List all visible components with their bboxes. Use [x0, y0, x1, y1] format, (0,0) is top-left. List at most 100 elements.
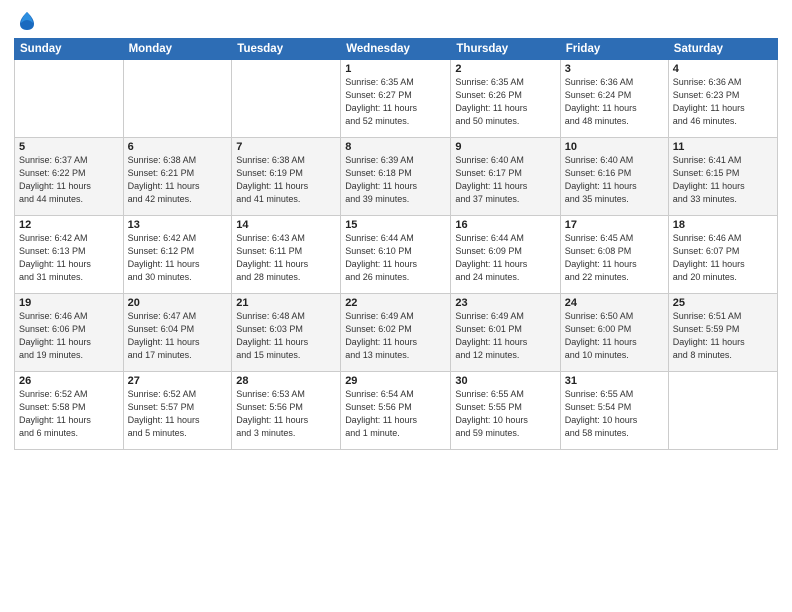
day-cell: 10Sunrise: 6:40 AM Sunset: 6:16 PM Dayli… — [560, 138, 668, 216]
day-number: 5 — [19, 141, 119, 153]
day-cell: 1Sunrise: 6:35 AM Sunset: 6:27 PM Daylig… — [341, 60, 451, 138]
day-info: Sunrise: 6:49 AM Sunset: 6:02 PM Dayligh… — [345, 310, 446, 362]
day-cell: 23Sunrise: 6:49 AM Sunset: 6:01 PM Dayli… — [451, 294, 560, 372]
header — [14, 10, 778, 32]
day-number: 14 — [236, 219, 336, 231]
day-cell: 15Sunrise: 6:44 AM Sunset: 6:10 PM Dayli… — [341, 216, 451, 294]
weekday-saturday: Saturday — [668, 39, 777, 60]
day-info: Sunrise: 6:35 AM Sunset: 6:26 PM Dayligh… — [455, 76, 555, 128]
day-number: 2 — [455, 63, 555, 75]
weekday-thursday: Thursday — [451, 39, 560, 60]
day-number: 29 — [345, 375, 446, 387]
day-cell: 14Sunrise: 6:43 AM Sunset: 6:11 PM Dayli… — [232, 216, 341, 294]
day-number: 24 — [565, 297, 664, 309]
day-info: Sunrise: 6:35 AM Sunset: 6:27 PM Dayligh… — [345, 76, 446, 128]
day-number: 17 — [565, 219, 664, 231]
day-cell: 24Sunrise: 6:50 AM Sunset: 6:00 PM Dayli… — [560, 294, 668, 372]
weekday-wednesday: Wednesday — [341, 39, 451, 60]
day-number: 3 — [565, 63, 664, 75]
day-cell: 9Sunrise: 6:40 AM Sunset: 6:17 PM Daylig… — [451, 138, 560, 216]
day-number: 7 — [236, 141, 336, 153]
day-info: Sunrise: 6:37 AM Sunset: 6:22 PM Dayligh… — [19, 154, 119, 206]
day-info: Sunrise: 6:55 AM Sunset: 5:55 PM Dayligh… — [455, 388, 555, 440]
day-cell: 4Sunrise: 6:36 AM Sunset: 6:23 PM Daylig… — [668, 60, 777, 138]
day-cell: 25Sunrise: 6:51 AM Sunset: 5:59 PM Dayli… — [668, 294, 777, 372]
day-info: Sunrise: 6:50 AM Sunset: 6:00 PM Dayligh… — [565, 310, 664, 362]
day-info: Sunrise: 6:38 AM Sunset: 6:21 PM Dayligh… — [128, 154, 228, 206]
day-number: 13 — [128, 219, 228, 231]
day-cell: 2Sunrise: 6:35 AM Sunset: 6:26 PM Daylig… — [451, 60, 560, 138]
day-number: 23 — [455, 297, 555, 309]
day-cell: 7Sunrise: 6:38 AM Sunset: 6:19 PM Daylig… — [232, 138, 341, 216]
day-cell: 13Sunrise: 6:42 AM Sunset: 6:12 PM Dayli… — [123, 216, 232, 294]
day-cell: 8Sunrise: 6:39 AM Sunset: 6:18 PM Daylig… — [341, 138, 451, 216]
day-number: 15 — [345, 219, 446, 231]
day-info: Sunrise: 6:45 AM Sunset: 6:08 PM Dayligh… — [565, 232, 664, 284]
day-cell: 6Sunrise: 6:38 AM Sunset: 6:21 PM Daylig… — [123, 138, 232, 216]
day-number: 9 — [455, 141, 555, 153]
day-cell: 17Sunrise: 6:45 AM Sunset: 6:08 PM Dayli… — [560, 216, 668, 294]
day-number: 8 — [345, 141, 446, 153]
day-info: Sunrise: 6:46 AM Sunset: 6:06 PM Dayligh… — [19, 310, 119, 362]
day-number: 22 — [345, 297, 446, 309]
day-cell: 12Sunrise: 6:42 AM Sunset: 6:13 PM Dayli… — [15, 216, 124, 294]
day-cell: 29Sunrise: 6:54 AM Sunset: 5:56 PM Dayli… — [341, 372, 451, 450]
day-info: Sunrise: 6:47 AM Sunset: 6:04 PM Dayligh… — [128, 310, 228, 362]
day-info: Sunrise: 6:40 AM Sunset: 6:16 PM Dayligh… — [565, 154, 664, 206]
day-info: Sunrise: 6:44 AM Sunset: 6:09 PM Dayligh… — [455, 232, 555, 284]
weekday-monday: Monday — [123, 39, 232, 60]
day-number: 6 — [128, 141, 228, 153]
day-info: Sunrise: 6:51 AM Sunset: 5:59 PM Dayligh… — [673, 310, 773, 362]
week-row-0: 1Sunrise: 6:35 AM Sunset: 6:27 PM Daylig… — [15, 60, 778, 138]
day-info: Sunrise: 6:40 AM Sunset: 6:17 PM Dayligh… — [455, 154, 555, 206]
day-info: Sunrise: 6:52 AM Sunset: 5:58 PM Dayligh… — [19, 388, 119, 440]
day-cell: 20Sunrise: 6:47 AM Sunset: 6:04 PM Dayli… — [123, 294, 232, 372]
day-info: Sunrise: 6:54 AM Sunset: 5:56 PM Dayligh… — [345, 388, 446, 440]
day-number: 27 — [128, 375, 228, 387]
day-cell: 16Sunrise: 6:44 AM Sunset: 6:09 PM Dayli… — [451, 216, 560, 294]
day-number: 19 — [19, 297, 119, 309]
day-number: 11 — [673, 141, 773, 153]
day-info: Sunrise: 6:49 AM Sunset: 6:01 PM Dayligh… — [455, 310, 555, 362]
day-info: Sunrise: 6:55 AM Sunset: 5:54 PM Dayligh… — [565, 388, 664, 440]
day-number: 12 — [19, 219, 119, 231]
day-number: 1 — [345, 63, 446, 75]
day-cell: 18Sunrise: 6:46 AM Sunset: 6:07 PM Dayli… — [668, 216, 777, 294]
day-number: 4 — [673, 63, 773, 75]
day-cell — [232, 60, 341, 138]
day-info: Sunrise: 6:38 AM Sunset: 6:19 PM Dayligh… — [236, 154, 336, 206]
day-cell: 31Sunrise: 6:55 AM Sunset: 5:54 PM Dayli… — [560, 372, 668, 450]
day-number: 31 — [565, 375, 664, 387]
day-info: Sunrise: 6:43 AM Sunset: 6:11 PM Dayligh… — [236, 232, 336, 284]
day-number: 21 — [236, 297, 336, 309]
day-cell — [668, 372, 777, 450]
day-info: Sunrise: 6:41 AM Sunset: 6:15 PM Dayligh… — [673, 154, 773, 206]
day-number: 20 — [128, 297, 228, 309]
day-info: Sunrise: 6:42 AM Sunset: 6:13 PM Dayligh… — [19, 232, 119, 284]
week-row-2: 12Sunrise: 6:42 AM Sunset: 6:13 PM Dayli… — [15, 216, 778, 294]
logo-icon — [16, 10, 38, 32]
page: SundayMondayTuesdayWednesdayThursdayFrid… — [0, 0, 792, 612]
day-info: Sunrise: 6:53 AM Sunset: 5:56 PM Dayligh… — [236, 388, 336, 440]
week-row-4: 26Sunrise: 6:52 AM Sunset: 5:58 PM Dayli… — [15, 372, 778, 450]
day-cell: 27Sunrise: 6:52 AM Sunset: 5:57 PM Dayli… — [123, 372, 232, 450]
day-info: Sunrise: 6:48 AM Sunset: 6:03 PM Dayligh… — [236, 310, 336, 362]
day-cell: 28Sunrise: 6:53 AM Sunset: 5:56 PM Dayli… — [232, 372, 341, 450]
weekday-sunday: Sunday — [15, 39, 124, 60]
day-number: 18 — [673, 219, 773, 231]
day-cell: 5Sunrise: 6:37 AM Sunset: 6:22 PM Daylig… — [15, 138, 124, 216]
day-info: Sunrise: 6:46 AM Sunset: 6:07 PM Dayligh… — [673, 232, 773, 284]
day-info: Sunrise: 6:36 AM Sunset: 6:24 PM Dayligh… — [565, 76, 664, 128]
logo — [14, 14, 38, 32]
day-info: Sunrise: 6:36 AM Sunset: 6:23 PM Dayligh… — [673, 76, 773, 128]
day-cell: 19Sunrise: 6:46 AM Sunset: 6:06 PM Dayli… — [15, 294, 124, 372]
day-info: Sunrise: 6:39 AM Sunset: 6:18 PM Dayligh… — [345, 154, 446, 206]
day-number: 16 — [455, 219, 555, 231]
weekday-header-row: SundayMondayTuesdayWednesdayThursdayFrid… — [15, 39, 778, 60]
day-info: Sunrise: 6:52 AM Sunset: 5:57 PM Dayligh… — [128, 388, 228, 440]
week-row-1: 5Sunrise: 6:37 AM Sunset: 6:22 PM Daylig… — [15, 138, 778, 216]
weekday-friday: Friday — [560, 39, 668, 60]
day-number: 10 — [565, 141, 664, 153]
day-number: 25 — [673, 297, 773, 309]
day-info: Sunrise: 6:44 AM Sunset: 6:10 PM Dayligh… — [345, 232, 446, 284]
